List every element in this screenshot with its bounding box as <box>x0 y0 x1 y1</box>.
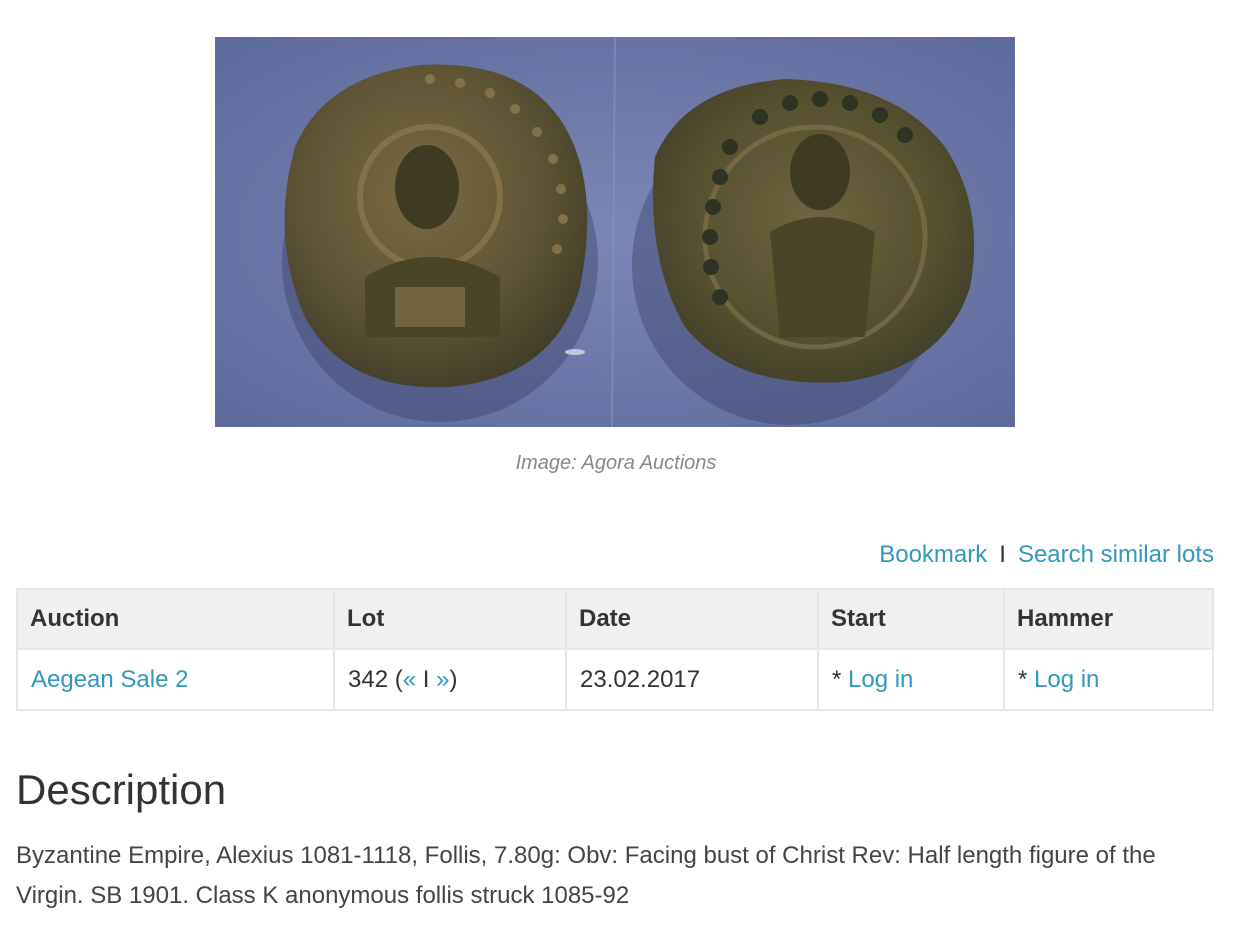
cell-auction: Aegean Sale 2 <box>16 648 335 711</box>
lot-actions: Bookmark I Search similar lots <box>879 541 1214 569</box>
previous-lot-link[interactable]: « <box>403 666 416 693</box>
next-lot-link[interactable]: » <box>436 666 449 693</box>
header-start: Start <box>817 588 1005 650</box>
coin-photo <box>215 37 1015 427</box>
table-header-row: Auction Lot Date Start Hammer <box>16 588 1214 650</box>
start-login-link[interactable]: Log in <box>848 666 913 693</box>
start-asterisk: * <box>832 665 849 693</box>
cell-start: * Log in <box>817 648 1005 711</box>
lot-number: 342 <box>348 665 389 693</box>
cell-date: 23.02.2017 <box>565 648 819 711</box>
header-lot: Lot <box>333 588 567 650</box>
description-text: Byzantine Empire, Alexius 1081-1118, Fol… <box>16 842 1156 909</box>
lot-open-paren: ( <box>388 665 403 693</box>
table-row: Aegean Sale 2 342 (« I ») 23.02.2017 * L… <box>16 648 1214 711</box>
cell-lot: 342 (« I ») <box>333 648 567 711</box>
lot-close-paren: ) <box>449 665 458 693</box>
header-hammer: Hammer <box>1003 588 1214 650</box>
cell-hammer: * Log in <box>1003 648 1214 711</box>
hammer-login-link[interactable]: Log in <box>1034 666 1099 693</box>
actions-separator: I <box>999 541 1006 568</box>
description-heading: Description <box>16 766 227 813</box>
lot-nav-separator: I <box>416 665 437 693</box>
auction-link[interactable]: Aegean Sale 2 <box>31 666 188 693</box>
header-auction: Auction <box>16 588 335 650</box>
bookmark-link[interactable]: Bookmark <box>879 541 987 568</box>
image-caption: Image: Agora Auctions <box>515 452 717 474</box>
lot-table: Auction Lot Date Start Hammer Aegean Sal… <box>16 588 1214 711</box>
header-date: Date <box>565 588 819 650</box>
hammer-asterisk: * <box>1018 665 1035 693</box>
search-similar-lots-link[interactable]: Search similar lots <box>1018 541 1214 568</box>
